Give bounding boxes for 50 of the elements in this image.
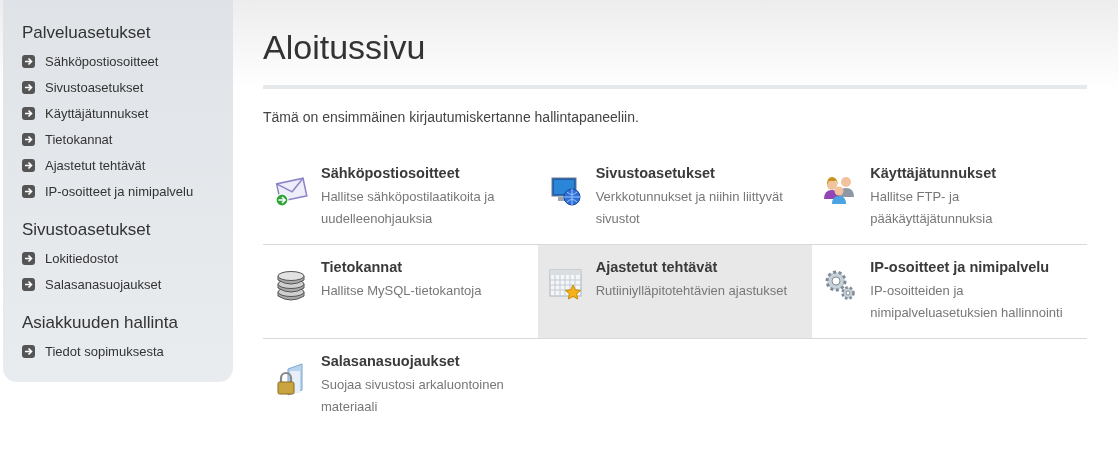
monitor-globe-icon	[549, 175, 582, 207]
arrow-icon	[22, 184, 35, 198]
calendar-star-icon	[548, 269, 583, 301]
sidebar-heading: Sivustoasetukset	[22, 220, 152, 240]
dashboard-tile[interactable]: Sähköpostiosoitteet Hallitse sähköpostilaatikoita ja uudelleenohjauksia	[263, 151, 538, 244]
arrow-icon	[22, 277, 35, 291]
sidebar-link[interactable]: IP-osoitteet ja nimipalvelu	[22, 178, 194, 204]
arrow-icon	[22, 251, 35, 265]
dashboard-tile[interactable]: Sivustoasetukset Verkkotunnukset ja niihin liittyvät sivustot	[537, 151, 813, 244]
sidebar-link[interactable]: Tiedot sopimuksesta	[22, 338, 164, 364]
arrow-icon	[22, 344, 35, 358]
sidebar-heading: Asiakkuuden hallinta	[22, 313, 179, 333]
sidebar-link[interactable]: Käyttäjätunnukset	[22, 100, 149, 126]
sidebar-link[interactable]: Salasanasuojaukset	[22, 271, 162, 297]
tile-description: IP-osoitteiden ja nimipalveluasetuksien hallinnointi	[870, 282, 1064, 322]
tile-title: Käyttäjätunnukset	[870, 165, 998, 181]
dashboard-tile[interactable]: Tietokannat Hallitse MySQL-tietokantoja	[263, 245, 538, 338]
tile-description: Hallitse sähköpostilaatikoita ja uudelleenohjauksia	[321, 188, 496, 228]
arrow-icon	[22, 54, 35, 68]
sidebar-link[interactable]: Ajastetut tehtävät	[22, 152, 146, 178]
tile-title: Sähköpostiosoitteet	[321, 165, 461, 181]
tile-title: Ajastetut tehtävät	[595, 259, 719, 275]
page-title: Aloitussivu	[263, 28, 1087, 89]
arrow-icon	[22, 132, 35, 146]
sidebar-heading: Palveluasetukset	[22, 23, 152, 43]
dashboard-tile[interactable]: Käyttäjätunnukset Hallitse FTP- ja pääkäyttäjätunnuksia	[812, 151, 1087, 244]
sidebar-link[interactable]: Sähköpostiosoitteet	[22, 48, 159, 74]
arrow-icon	[22, 106, 35, 120]
dashboard-tile[interactable]: Salasanasuojaukset Suojaa sivustosi arkaluontoinen materiaali	[263, 339, 538, 432]
intro-text: Tämä on ensimmäinen kirjautumiskertanne hallintapaneeliin.	[263, 109, 640, 125]
sidebar-link[interactable]: Tietokannat	[22, 126, 113, 152]
lock-folder-icon	[276, 363, 306, 397]
tile-description: Verkkotunnukset ja niihin liittyvät sivustot	[595, 188, 784, 228]
database-icon	[276, 269, 306, 301]
tile-description: Hallitse MySQL-tietokantoja	[321, 282, 482, 300]
envelope-icon	[274, 175, 308, 207]
gears-icon	[824, 269, 857, 301]
arrow-icon	[22, 80, 35, 94]
tile-title: IP-osoitteet ja nimipalvelu	[870, 259, 1051, 275]
arrow-icon	[22, 158, 35, 172]
sidebar-link[interactable]: Sivustoasetukset	[22, 74, 144, 100]
tile-description: Rutiiniylläpitotehtävien ajastukset	[595, 282, 788, 300]
dashboard-tile[interactable]: Ajastetut tehtävät Rutiiniylläpitotehtävien ajastukset	[537, 245, 813, 338]
sidebar-link[interactable]: Lokitiedostot	[22, 245, 118, 271]
tile-title: Sivustoasetukset	[595, 165, 716, 181]
tile-title: Salasanasuojaukset	[321, 353, 461, 369]
tile-description: Suojaa sivustosi arkaluontoinen materiaali	[321, 376, 505, 416]
tile-description: Hallitse FTP- ja pääkäyttäjätunnuksia	[870, 188, 994, 228]
dashboard-tile[interactable]: IP-osoitteet ja nimipalvelu IP-osoitteiden ja nimipalveluasetuksien hallinnointi	[812, 245, 1087, 338]
tile-title: Tietokannat	[321, 259, 404, 275]
